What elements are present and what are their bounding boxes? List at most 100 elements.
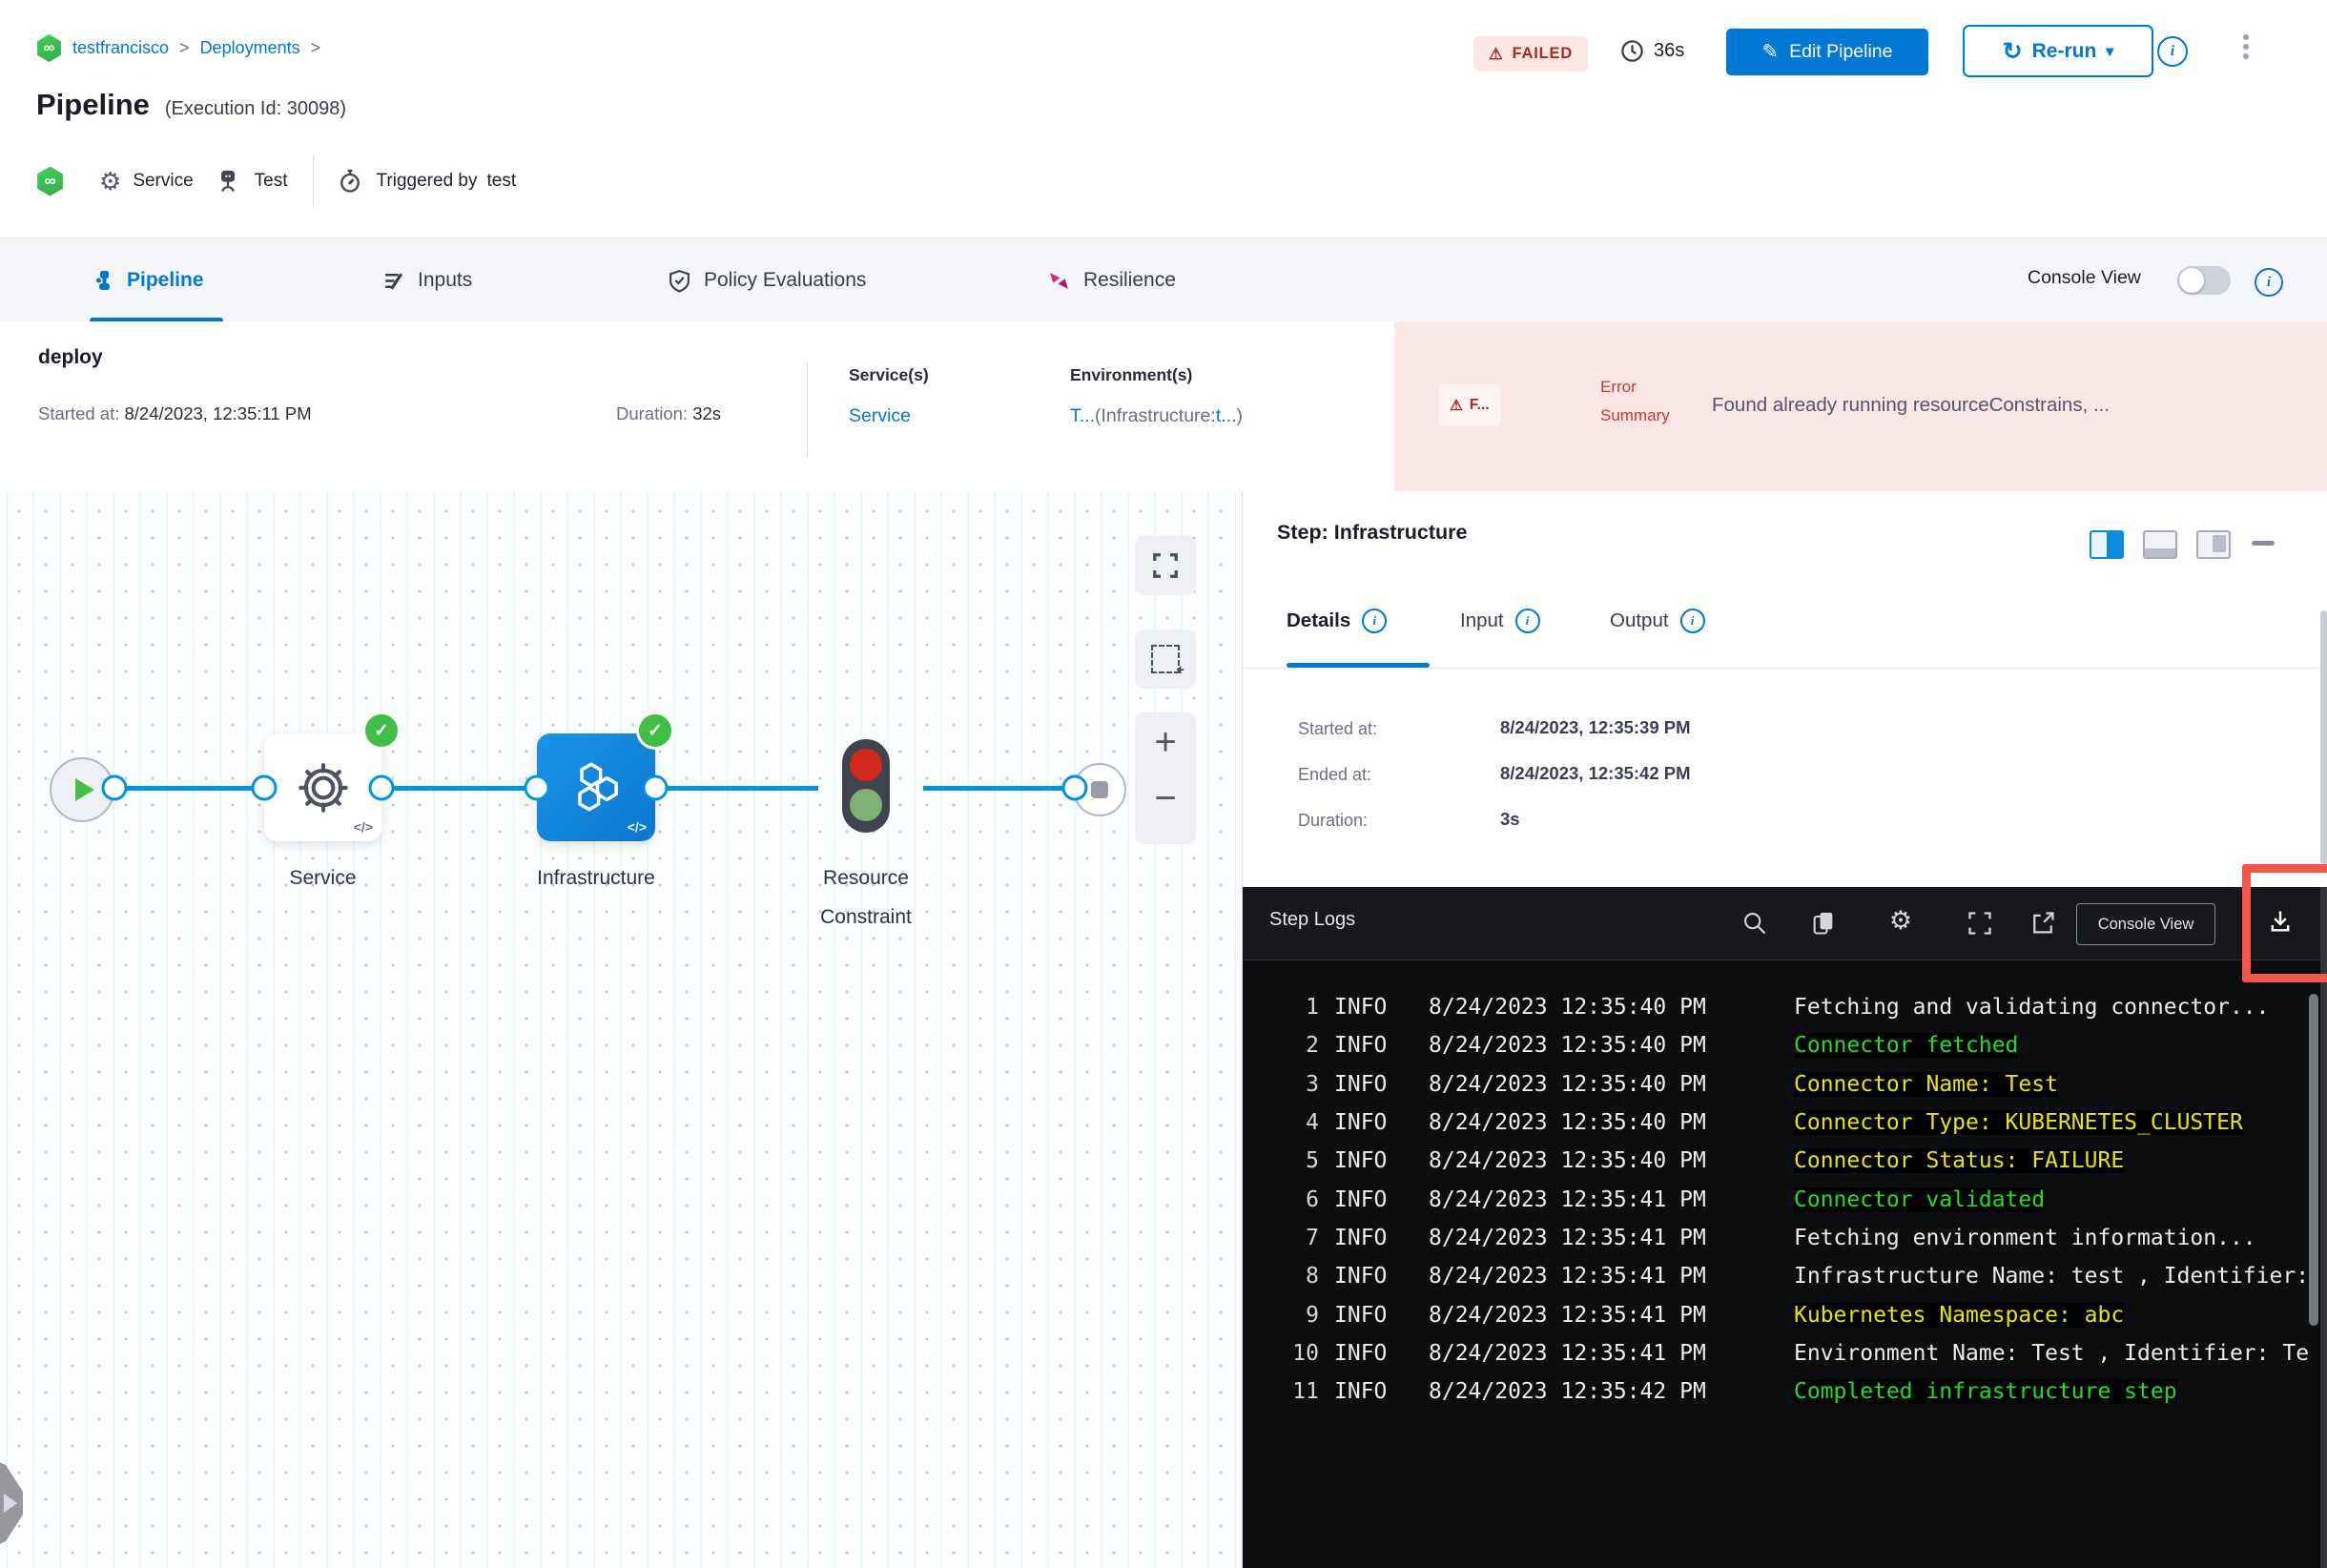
divider [807,362,808,456]
search-icon[interactable] [1741,910,1768,937]
template-code-icon: </> [353,819,373,835]
zoom-out-button[interactable]: − [1135,768,1196,829]
breadcrumb-project-link[interactable]: testfrancisco [72,38,169,58]
minimize-panel-button[interactable] [2252,541,2275,546]
breadcrumb-separator: > [179,38,190,57]
elapsed-time: 36s [1619,38,1684,64]
tab-pipeline[interactable]: Pipeline [92,238,204,322]
console-view-toggle[interactable] [2177,266,2231,295]
pipeline-execution-page: ∞ testfrancisco > Deployments > Pipeline… [0,0,2327,1568]
console-view-label: Console View [2028,267,2141,288]
details-info-icon[interactable]: i [1362,609,1388,633]
execution-id: (Execution Id: 30098) [164,98,346,119]
input-info-icon[interactable]: i [1514,609,1540,633]
tab-resilience[interactable]: Resilience [1047,238,1176,322]
breadcrumb-separator: > [310,38,321,57]
edit-pipeline-button[interactable]: ✎ Edit Pipeline [1726,29,1928,75]
log-scrollbar[interactable] [2309,994,2318,1326]
layout-split-vertical-button[interactable] [2090,530,2124,559]
triggered-by-label: Triggered by [376,171,478,191]
tab-output[interactable]: Output i [1610,609,1705,633]
status-badge: ⚠ FAILED [1473,36,1589,72]
triggered-by-user-link[interactable]: test [487,171,517,192]
service-step-node[interactable]: </> [264,733,381,841]
error-summary-text: Found already running resourceConstrains… [1712,394,2111,416]
warning-icon: ⚠ [1450,397,1463,414]
log-line: 11 INFO 8/24/2023 12:35:42 PM Completed inf… [1292,1379,2177,1405]
node-port [524,774,550,801]
node-port [1061,774,1088,801]
clock-icon [1621,40,1643,62]
layout-floating-button[interactable] [2196,530,2231,559]
copy-icon[interactable] [1810,910,1837,937]
warning-icon: ⚠ [1489,45,1504,63]
test-environment-icon [220,170,235,192]
infrastructure-step-node[interactable]: </> [537,733,655,841]
environment-name: Test [254,171,288,191]
environment-link[interactable]: T...(Infrastructure:t...) [1070,405,1243,427]
canvas-expand-handle[interactable] [0,1455,23,1551]
harness-module-icon: ∞ [37,34,61,62]
refresh-icon: ↻ [2002,37,2023,65]
duration-value: 32s [692,403,722,423]
panel-scrollbar[interactable] [2320,610,2327,864]
tab-policy-evaluations[interactable]: Policy Evaluations [668,238,866,322]
play-icon [75,778,94,801]
error-summary-zone: ⚠ F... Error Summary Found already runni… [1394,321,2327,491]
node-port [368,774,395,801]
service-name: Service [133,171,194,191]
pipeline-canvas[interactable]: </> ✓ </> ✓ Service Infrastructure Resou… [0,492,1243,1568]
canvas-fullscreen-button[interactable] [1135,536,1196,595]
tab-input[interactable]: Input i [1460,609,1540,633]
service-success-badge: ✓ [362,712,401,750]
log-scrollbar-track [2320,887,2327,1568]
zoom-in-button[interactable]: + [1135,712,1196,772]
divider [1243,668,2327,669]
tab-details[interactable]: Details i [1287,609,1388,633]
fullscreen-icon [1153,553,1178,578]
log-line: 8 INFO 8/24/2023 12:35:41 PM Infrastructure… [1306,1264,2310,1289]
stage-summary-bar: deploy Started at: 8/24/2023, 12:35:11 P… [0,321,2327,493]
infrastructure-node-label: Infrastructure [537,867,655,889]
log-line: 9 INFO 8/24/2023 12:35:41 PM Kubernetes Nam… [1306,1302,2125,1328]
execution-info-button[interactable]: i [2157,36,2188,67]
canvas-marquee-select-button[interactable]: + [1135,629,1196,689]
console-view-info-button[interactable]: i [2255,268,2283,297]
log-line: 10 INFO 8/24/2023 12:35:41 PM Environment N… [1292,1340,2310,1366]
canvas-zoom-panel: + − [1135,712,1196,844]
log-fullscreen-icon[interactable] [1967,910,1993,937]
inputs-icon [385,272,403,290]
more-options-menu[interactable] [2243,31,2249,63]
download-highlight-box [2242,864,2327,982]
log-line: 2 INFO 8/24/2023 12:35:40 PM Connector fetc… [1306,1033,2019,1059]
template-code-icon: </> [627,819,647,835]
output-info-icon[interactable]: i [1679,609,1705,633]
service-gear-icon [298,762,348,813]
edge-service-infrastructure [381,786,537,791]
node-port [642,774,669,801]
services-label: Service(s) [849,365,929,384]
stop-icon [1091,781,1108,798]
log-line: 4 INFO 8/24/2023 12:35:40 PM Connector Type… [1306,1110,2243,1136]
step-logs-header: Step Logs ⚙ Console View [1243,887,2327,960]
step-started-value: 8/24/2023, 12:35:39 PM [1500,717,1691,737]
tab-inputs[interactable]: Inputs [381,238,472,322]
log-lines[interactable]: 1 INFO 8/24/2023 12:35:40 PM Fetching and v… [1243,988,2320,1560]
log-line: 5 INFO 8/24/2023 12:35:40 PM Connector Stat… [1306,1148,2125,1174]
step-logs-title: Step Logs [1269,909,1356,930]
rerun-button[interactable]: ↻ Re-run ▾ [1963,25,2153,77]
layout-split-horizontal-button[interactable] [2143,530,2177,559]
open-external-icon[interactable] [2029,910,2056,937]
resource-constraint-node[interactable] [842,739,890,833]
log-line: 6 INFO 8/24/2023 12:35:41 PM Connector vali… [1306,1186,2046,1212]
service-link[interactable]: Service [849,405,911,427]
breadcrumb-deployments-link[interactable]: Deployments [200,38,300,58]
edge-constraint-end [923,786,1075,791]
pipeline-icon [96,271,110,290]
chevron-down-icon: ▾ [2106,43,2114,60]
log-settings-gear-icon[interactable]: ⚙ [1887,906,1914,935]
chevron-right-icon [4,1494,17,1513]
pencil-icon: ✎ [1761,41,1780,63]
console-view-button[interactable]: Console View [2076,903,2215,945]
traffic-light-green [850,789,882,821]
